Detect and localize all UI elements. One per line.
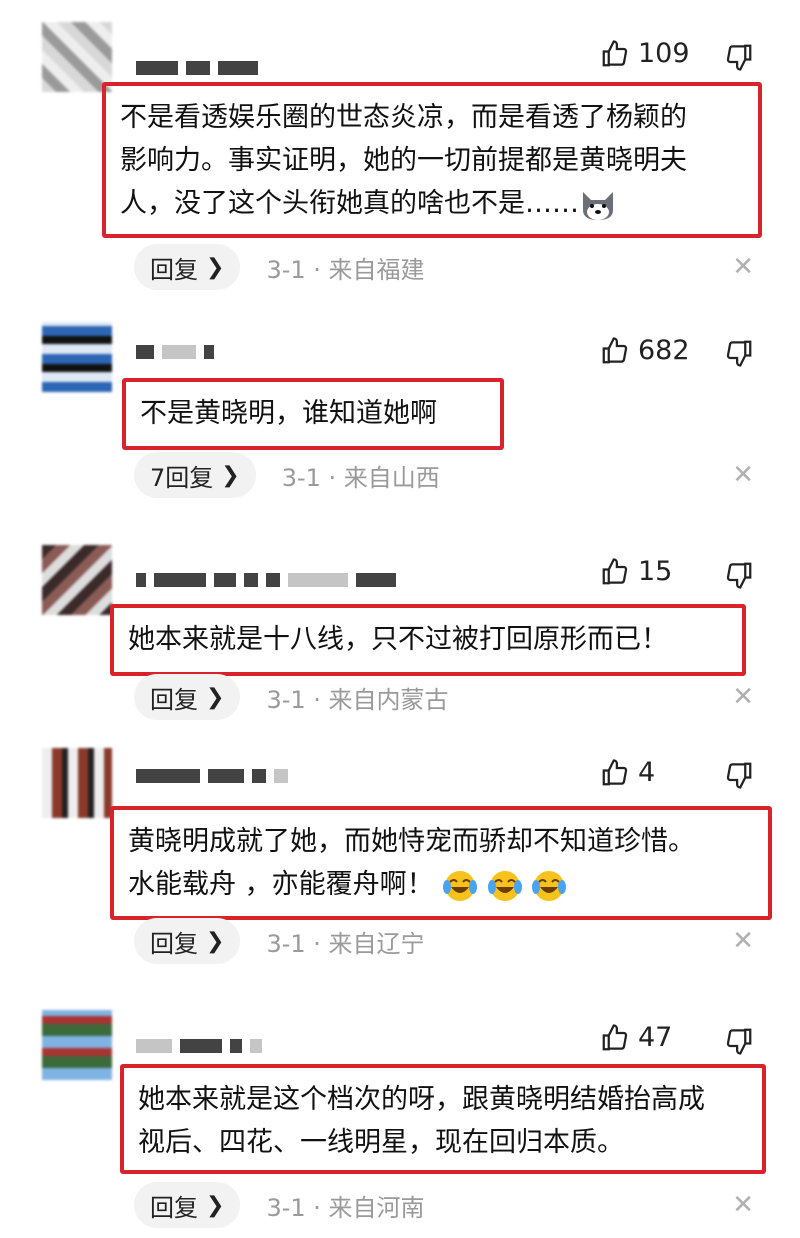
like-button[interactable]: 47 bbox=[600, 1022, 672, 1053]
reply-row: 回复 ❯ 3-1 · 来自内蒙古 bbox=[134, 674, 449, 720]
avatar[interactable] bbox=[42, 22, 112, 92]
thumbs-up-icon bbox=[602, 336, 628, 363]
reply-row: 7回复 ❯ 3-1 · 来自山西 bbox=[134, 452, 440, 498]
comment-text-box: 黄晓明成就了她，而她恃宠而骄却不知道珍惜。 水能载舟 ，亦能覆舟啊！ bbox=[110, 806, 772, 920]
chevron-right-icon: ❯ bbox=[221, 462, 240, 488]
username-blurred[interactable] bbox=[136, 768, 288, 784]
comment-text-box: 不是黄晓明，谁知道她啊 bbox=[122, 378, 504, 450]
comment-text-line: 水能载舟 ，亦能覆舟啊！ bbox=[128, 863, 754, 906]
thumbs-down-icon[interactable] bbox=[724, 1026, 754, 1056]
thumbs-down-icon[interactable] bbox=[724, 760, 754, 790]
crying-laughing-emoji bbox=[443, 870, 478, 901]
comment-text-box: 不是看透娱乐圈的世态炎凉，而是看透了杨颖的 影响力。事实证明，她的一切前提都是黄… bbox=[102, 82, 762, 238]
reply-button[interactable]: 回复 ❯ bbox=[134, 244, 241, 290]
username-blurred[interactable] bbox=[136, 1038, 262, 1054]
thumbs-down-icon[interactable] bbox=[724, 560, 754, 590]
reply-button[interactable]: 7回复 ❯ bbox=[134, 452, 256, 498]
crying-laughing-emoji bbox=[487, 870, 522, 901]
like-button[interactable]: 15 bbox=[600, 556, 672, 587]
reply-row: 回复 ❯ 3-1 · 来自河南 bbox=[134, 1182, 425, 1228]
close-icon[interactable]: ✕ bbox=[732, 1190, 754, 1220]
husky-emoji bbox=[583, 191, 613, 220]
reply-button[interactable]: 回复 ❯ bbox=[134, 918, 241, 964]
reply-row: 回复 ❯ 3-1 · 来自辽宁 bbox=[134, 918, 425, 964]
like-count: 109 bbox=[638, 38, 690, 69]
reply-button[interactable]: 回复 ❯ bbox=[134, 1182, 241, 1228]
like-button[interactable]: 109 bbox=[600, 38, 690, 69]
close-icon[interactable]: ✕ bbox=[732, 682, 754, 712]
like-button[interactable]: 4 bbox=[600, 757, 655, 788]
close-icon[interactable]: ✕ bbox=[732, 926, 754, 956]
comment-text-line: 不是黄晓明，谁知道她啊 bbox=[140, 398, 437, 429]
comment-text-box: 她本来就是十八线，只不过被打回原形而已！ bbox=[110, 604, 746, 676]
chevron-right-icon: ❯ bbox=[206, 928, 225, 954]
comment-text-line: 她本来就是十八线，只不过被打回原形而已！ bbox=[128, 624, 668, 655]
thumbs-up-icon bbox=[602, 758, 628, 785]
thumbs-down-icon[interactable] bbox=[724, 42, 754, 72]
avatar[interactable] bbox=[42, 322, 112, 392]
avatar[interactable] bbox=[42, 545, 112, 615]
crying-laughing-emoji bbox=[532, 870, 567, 901]
comment-meta: 3-1 · 来自内蒙古 bbox=[266, 685, 449, 714]
thumbs-down-icon[interactable] bbox=[724, 338, 754, 368]
like-button[interactable]: 682 bbox=[600, 335, 690, 366]
like-count: 47 bbox=[638, 1022, 673, 1053]
comment-text-line: 黄晓明成就了她，而她恃宠而骄却不知道珍惜。 bbox=[128, 826, 695, 857]
reply-row: 回复 ❯ 3-1 · 来自福建 bbox=[134, 244, 425, 290]
chevron-right-icon: ❯ bbox=[206, 1192, 225, 1218]
thumbs-up-icon bbox=[602, 1023, 628, 1050]
avatar[interactable] bbox=[42, 748, 112, 818]
comment-meta: 3-1 · 来自福建 bbox=[266, 255, 425, 284]
chevron-right-icon: ❯ bbox=[206, 684, 225, 710]
comment-text-line: 视后、四花、一线明星，现在回归本质。 bbox=[138, 1127, 624, 1158]
thumbs-up-icon bbox=[602, 557, 628, 584]
comment-text-line: 人，没了这个头衔她真的啥也不是…… bbox=[120, 182, 744, 225]
reply-button[interactable]: 回复 ❯ bbox=[134, 674, 241, 720]
comment-text-line: 影响力。事实证明，她的一切前提都是黄晓明夫 bbox=[120, 145, 687, 176]
username-blurred[interactable] bbox=[136, 572, 396, 588]
like-count: 4 bbox=[638, 757, 656, 788]
like-count: 15 bbox=[638, 556, 673, 587]
chevron-right-icon: ❯ bbox=[206, 254, 225, 280]
username-blurred[interactable] bbox=[136, 60, 258, 76]
thumbs-up-icon bbox=[602, 39, 628, 66]
close-icon[interactable]: ✕ bbox=[732, 460, 754, 490]
comment-text-line: 她本来就是这个档次的呀，跟黄晓明结婚抬高成 bbox=[138, 1084, 705, 1115]
avatar[interactable] bbox=[42, 1010, 112, 1080]
close-icon[interactable]: ✕ bbox=[732, 252, 754, 282]
comment-meta: 3-1 · 来自河南 bbox=[266, 1193, 425, 1222]
username-blurred[interactable] bbox=[136, 344, 214, 360]
comment-text-box: 她本来就是这个档次的呀，跟黄晓明结婚抬高成 视后、四花、一线明星，现在回归本质。 bbox=[120, 1064, 766, 1174]
comment-text-line: 不是看透娱乐圈的世态炎凉，而是看透了杨颖的 bbox=[120, 102, 687, 133]
like-count: 682 bbox=[638, 335, 690, 366]
comment-meta: 3-1 · 来自辽宁 bbox=[266, 929, 425, 958]
comment-meta: 3-1 · 来自山西 bbox=[281, 463, 440, 492]
